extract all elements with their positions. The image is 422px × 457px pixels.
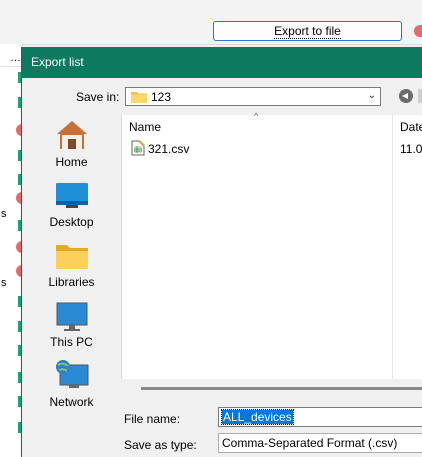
save-in-combobox[interactable]: 123 ⌄	[125, 87, 381, 106]
network-icon	[56, 360, 89, 388]
place-desktop[interactable]: Desktop	[34, 179, 109, 237]
row-text: s	[1, 277, 7, 289]
file-name-value: ALL_devices	[221, 409, 294, 425]
home-icon	[57, 121, 87, 149]
place-label: Home	[55, 155, 88, 169]
place-libraries[interactable]: Libraries	[34, 239, 109, 297]
file-name-input[interactable]: ALL_devices	[218, 407, 422, 427]
save-as-type-select[interactable]: Comma-Separated Format (.csv)	[218, 433, 422, 453]
column-header-date[interactable]: Date	[400, 120, 422, 134]
place-label: Libraries	[48, 275, 95, 289]
place-label: This PC	[50, 335, 93, 349]
place-label: Desktop	[49, 215, 94, 229]
row-text: s	[1, 208, 7, 220]
file-list[interactable]: ^ Name Date 321.csv 11.0	[121, 111, 422, 379]
place-label: Network	[49, 395, 94, 409]
export-list-dialog: Export list Save in: 123 ⌄ Home Desktop …	[21, 47, 422, 457]
save-in-label: Save in:	[76, 90, 120, 104]
file-date: 11.0	[400, 142, 422, 156]
scrollbar-thumb[interactable]	[141, 387, 422, 390]
horizontal-scrollbar[interactable]	[121, 379, 422, 397]
places-bar: Home Desktop Libraries This PC Network	[34, 115, 109, 415]
desktop-icon	[56, 183, 88, 208]
dialog-titlebar[interactable]: Export list	[22, 47, 422, 78]
folder-icon	[131, 92, 147, 103]
file-name-label: File name:	[124, 412, 181, 426]
export-to-file-label: Export to file	[274, 24, 341, 39]
file-row[interactable]: 321.csv 11.0	[122, 137, 422, 157]
column-header-name[interactable]: Name	[129, 120, 161, 134]
place-home[interactable]: Home	[34, 119, 109, 177]
libraries-icon	[56, 245, 88, 269]
export-to-file-button[interactable]: Export to file	[213, 21, 402, 41]
save-as-type-label: Save as type:	[124, 438, 197, 452]
dialog-title: Export list	[31, 55, 84, 69]
status-dot	[414, 25, 422, 37]
list-header-ellipsis: …	[10, 52, 21, 64]
toolbar-button[interactable]	[418, 89, 422, 103]
save-in-value: 123	[151, 90, 172, 104]
this-pc-icon	[56, 302, 88, 331]
place-this-pc[interactable]: This PC	[34, 299, 109, 357]
back-arrow-icon[interactable]	[399, 89, 413, 103]
sort-ascending-icon: ^	[254, 111, 259, 121]
csv-file-icon	[131, 140, 145, 156]
place-network[interactable]: Network	[34, 359, 109, 417]
file-name: 321.csv	[148, 142, 190, 156]
chevron-down-icon: ⌄	[367, 90, 376, 101]
save-as-type-value: Comma-Separated Format (.csv)	[222, 436, 398, 450]
